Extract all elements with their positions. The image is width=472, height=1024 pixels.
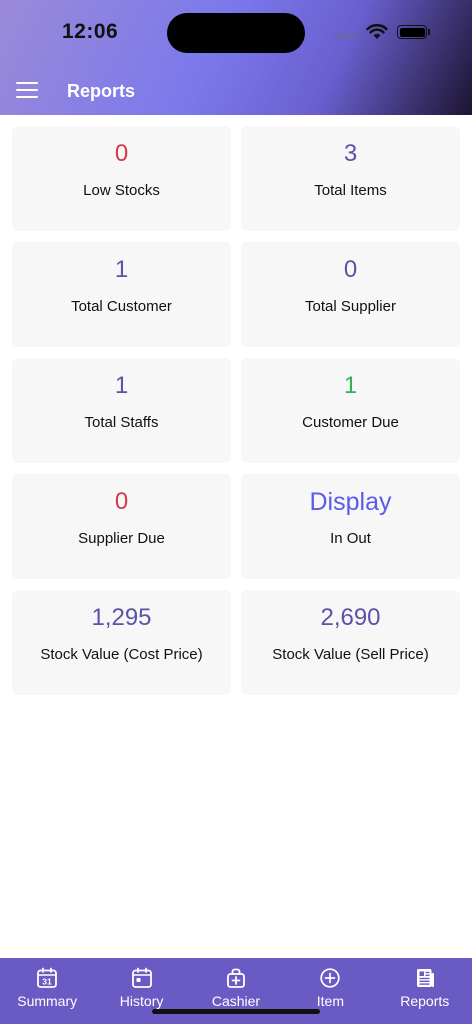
card-label: Supplier Due xyxy=(78,530,165,547)
card-value: 3 xyxy=(343,140,358,167)
card-supplier-due[interactable]: 0 Supplier Due xyxy=(12,474,231,579)
dynamic-island xyxy=(167,13,305,53)
card-value: 1 xyxy=(343,372,358,399)
add-circle-icon xyxy=(320,968,341,988)
card-total-items[interactable]: 3 Total Items xyxy=(241,126,460,231)
cellular-signal-icon xyxy=(335,34,360,38)
tab-history[interactable]: History xyxy=(94,958,188,1024)
status-bar: 12:06 xyxy=(0,0,472,64)
history-calendar-icon xyxy=(131,967,152,988)
card-stock-value-sell[interactable]: 2,690 Stock Value (Sell Price) xyxy=(241,590,460,695)
card-total-customer[interactable]: 1 Total Customer xyxy=(12,242,231,347)
home-indicator xyxy=(152,1009,320,1014)
tab-label: Reports xyxy=(400,993,450,1009)
tab-label: Cashier xyxy=(211,993,261,1009)
card-value: 2,690 xyxy=(320,604,381,631)
card-label: Total Customer xyxy=(71,298,172,315)
card-low-stocks[interactable]: 0 Low Stocks xyxy=(12,126,231,231)
card-label: Stock Value (Sell Price) xyxy=(272,646,429,663)
card-label: Total Items xyxy=(314,182,387,199)
cash-bag-icon xyxy=(227,968,245,988)
card-label: Stock Value (Cost Price) xyxy=(40,646,203,663)
card-value: 0 xyxy=(114,140,129,167)
wifi-icon xyxy=(366,23,388,39)
tab-item[interactable]: Item xyxy=(283,958,377,1024)
card-value: 1,295 xyxy=(91,604,152,631)
tab-label: History xyxy=(119,993,164,1009)
tab-cashier[interactable]: Cashier xyxy=(189,958,283,1024)
card-value: 0 xyxy=(114,488,129,515)
reports-icon xyxy=(416,969,434,987)
card-stock-value-cost[interactable]: 1,295 Stock Value (Cost Price) xyxy=(12,590,231,695)
page-title: Reports xyxy=(67,81,136,101)
card-label: In Out xyxy=(330,530,371,547)
bottom-tab-bar: 31 Summary History Cashier Item Reports xyxy=(0,958,472,1024)
card-value: 0 xyxy=(343,256,358,283)
status-time: 12:06 xyxy=(62,20,119,43)
card-label: Total Supplier xyxy=(305,298,396,315)
card-label: Total Staffs xyxy=(84,414,159,431)
hamburger-menu-icon[interactable] xyxy=(16,82,38,100)
card-in-out[interactable]: Display In Out xyxy=(241,474,460,579)
battery-cap xyxy=(428,29,430,35)
card-total-supplier[interactable]: 0 Total Supplier xyxy=(241,242,460,347)
card-value: 1 xyxy=(114,372,129,399)
header-bar: 12:06 Reports xyxy=(0,0,472,115)
card-label: Low Stocks xyxy=(83,182,160,199)
battery-icon xyxy=(397,25,427,39)
calendar-icon: 31 xyxy=(37,967,58,988)
card-total-staffs[interactable]: 1 Total Staffs xyxy=(12,358,231,463)
card-customer-due[interactable]: 1 Customer Due xyxy=(241,358,460,463)
tab-reports[interactable]: Reports xyxy=(378,958,472,1024)
tab-label: Summary xyxy=(17,993,78,1009)
tab-label: Item xyxy=(316,993,344,1009)
card-label: Customer Due xyxy=(302,414,399,431)
report-cards-grid: 0 Low Stocks 3 Total Items 1 Total Custo… xyxy=(12,126,460,695)
card-value: 1 xyxy=(114,256,129,283)
card-value: Display xyxy=(309,488,392,516)
tab-summary[interactable]: 31 Summary xyxy=(0,958,94,1024)
svg-text:31: 31 xyxy=(42,977,52,987)
